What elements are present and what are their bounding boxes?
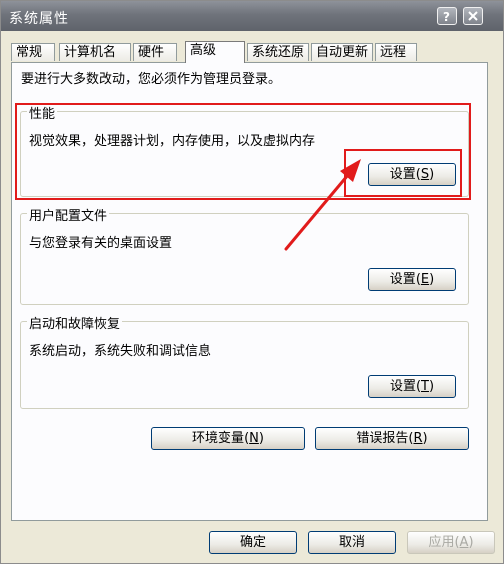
red-arrow-icon xyxy=(284,159,361,251)
system-properties-window: 系统属性 ? 常规 计算机名 硬件 高级 系统还原 自动更新 远程 要进行大多数… xyxy=(0,0,504,564)
tab-advanced[interactable]: 高级 xyxy=(185,41,245,63)
